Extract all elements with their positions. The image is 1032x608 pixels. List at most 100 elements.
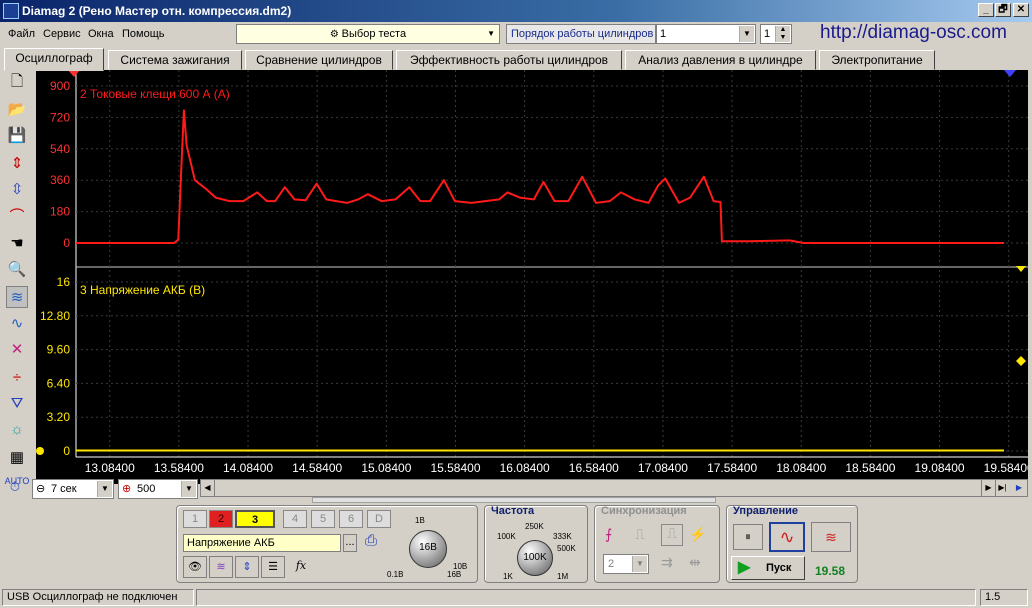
website-link[interactable]: http://diamag-osc.com [820, 22, 1007, 44]
cross-mode-icon[interactable]: ✕ [6, 338, 28, 360]
sync-position-icon[interactable]: ⇹ [689, 554, 701, 571]
auto-scale-icon[interactable]: ⇕ [6, 152, 28, 174]
freq-label-1m: 1M [557, 572, 569, 581]
sync-level-icon[interactable]: ⇉ [661, 554, 673, 571]
filter-icon[interactable]: ⛛ [6, 392, 28, 414]
x-tick-label: 14.08400 [223, 461, 273, 475]
offset-icon[interactable]: ⇕ [235, 556, 259, 578]
control-group: Управление ⏸ ∿ ≋ ▶ Пуск 19.58 [726, 505, 858, 583]
maximize-button[interactable]: 🗗 [995, 3, 1011, 17]
tab-power[interactable]: Электропитание [819, 50, 935, 70]
y-tick-label: 900 [50, 79, 70, 93]
y-tick-label: 540 [50, 142, 70, 156]
channel-name-browse[interactable]: ... [343, 534, 357, 552]
zoom-icon[interactable]: 🔍 [6, 258, 28, 280]
cyl-stepper[interactable]: 1 ▲ ▼ [760, 24, 792, 44]
frequency-title: Частота [491, 505, 535, 517]
pause-icon[interactable]: ⏸ [733, 524, 763, 550]
voltage-knob[interactable]: 16В [409, 530, 447, 568]
channel-6-button[interactable]: 6 [339, 510, 363, 528]
multi-wave-icon[interactable]: ≋ [811, 522, 851, 552]
x-tick-label: 13.58400 [154, 461, 204, 475]
tab-cyl-compare[interactable]: Сравнение цилиндров [245, 50, 393, 70]
overlay-mode-icon[interactable]: ∿ [6, 312, 28, 334]
menu-help[interactable]: Помощь [122, 28, 165, 40]
scroll-left-icon[interactable]: ◀ [201, 480, 215, 496]
tab-oscilloscope[interactable]: Осциллограф [4, 48, 104, 71]
channel-5-button[interactable]: 5 [311, 510, 335, 528]
points-value: 500 [137, 483, 156, 495]
test-select[interactable]: ⚙ Выбор теста ▼ [236, 24, 500, 44]
scroll-end-icon[interactable]: ▶| [995, 480, 1009, 496]
channel-1-button[interactable]: 1 [183, 510, 207, 528]
freq-label-100k: 100K [497, 532, 516, 541]
x-tick-label: 18.58400 [845, 461, 895, 475]
waveform-mode-icon[interactable]: ≋ [6, 286, 28, 308]
save-icon[interactable]: 💾 [6, 124, 28, 146]
spectrum-icon[interactable]: ☼ [6, 418, 28, 440]
x-tick-label: 13.08400 [85, 461, 135, 475]
freq-label-1k: 1K [503, 572, 513, 581]
left-toolbar: 🗋 📂 💾 ⇕ ⇳ ⌒ ☚ 🔍 ≋ ∿ ✕ ÷ ⛛ ☼ ▦ AUTO [0, 70, 34, 487]
divider-tool-icon[interactable]: ÷ [6, 366, 28, 388]
start-button[interactable]: ▶ Пуск [731, 556, 805, 580]
chevron-down-icon: ▼ [632, 556, 647, 572]
play-icon: ▶ [738, 559, 751, 576]
sync-edge-down-icon[interactable]: ⎍ [661, 524, 683, 546]
zoom-in-icon: ⊕ [122, 483, 132, 495]
control-panel: 1 2 3 4 5 6 D Напряжение АКБ ... ⎙ 👁 ≋ ⇕… [176, 505, 860, 587]
x-tick-label: 17.08400 [638, 461, 688, 475]
menu-windows[interactable]: Окна [88, 28, 114, 40]
test-icon: ⚙ [329, 29, 342, 40]
cyl-order-select[interactable]: 1 ▼ [656, 24, 756, 44]
minimize-button[interactable]: _ [978, 3, 994, 17]
y-tick-label: 0 [63, 236, 70, 250]
eye-icon[interactable]: 👁 [183, 556, 207, 578]
menu-service[interactable]: Сервис [43, 28, 81, 40]
channel-3-button[interactable]: 3 [235, 510, 275, 528]
tab-ignition[interactable]: Система зажигания [108, 50, 242, 70]
table-icon[interactable]: ▦ [6, 446, 28, 468]
new-file-icon[interactable]: 🗋 [6, 72, 28, 94]
stepper-arrows-icon: ▲ ▼ [775, 26, 790, 42]
curve-tool-icon[interactable]: ⌒ [6, 204, 28, 226]
invert-wave-icon[interactable]: ≋ [209, 556, 233, 578]
points-select[interactable]: ⊕ 500 ▼ [118, 479, 198, 499]
open-folder-icon[interactable]: 📂 [6, 98, 28, 120]
tab-pressure[interactable]: Анализ давления в цилиндре [625, 50, 816, 70]
lines-icon[interactable]: ☰ [261, 556, 285, 578]
series-line [76, 109, 1004, 244]
vertical-scale-icon[interactable]: ⇳ [6, 178, 28, 200]
sync-channel-select[interactable]: 2 ▼ [603, 554, 649, 574]
sine-mode-icon[interactable]: ∿ [769, 522, 805, 552]
test-select-value: Выбор теста [341, 28, 407, 40]
channel-settings-icon[interactable]: ⎙ [365, 532, 377, 549]
channel-4-button[interactable]: 4 [283, 510, 307, 528]
channel-name-field[interactable]: Напряжение АКБ [183, 534, 341, 552]
hand-pan-icon[interactable]: ☚ [6, 232, 28, 254]
sync-auto-icon[interactable]: ⚡ [689, 526, 706, 543]
formula-icon[interactable]: fx [289, 556, 313, 578]
panel-splitter[interactable] [312, 497, 716, 503]
frequency-knob[interactable]: 100K [517, 540, 553, 576]
timebase-select[interactable]: ⊖ 7 сек ▼ [32, 479, 114, 499]
channel-2-button[interactable]: 2 [209, 510, 233, 528]
horizontal-scrollbar[interactable]: ◀ ▶ ▶| ▶ [200, 479, 1028, 497]
title-bar: Diamag 2 (Рено Мастер отн. компрессия.dm… [0, 0, 1032, 22]
play-scroll-icon[interactable]: ▶ [1011, 480, 1027, 496]
sync-rising-icon[interactable]: ⨍ [605, 526, 612, 543]
close-button[interactable]: ✕ [1013, 3, 1029, 17]
channel-d-button[interactable]: D [367, 510, 391, 528]
oscilloscope-display[interactable]: 13.08400 13.58400 14.08400 14.58400 15.08400… [36, 70, 1032, 484]
y-tick-label: 360 [50, 173, 70, 187]
series-title: 3 Напряжение АКБ (В) [80, 283, 205, 297]
cyl-order-label: Порядок работы цилиндров [506, 24, 656, 44]
x-tick-label: 16.58400 [569, 461, 619, 475]
scroll-right-icon[interactable]: ▶ [981, 480, 995, 496]
sync-edge-up-icon[interactable]: ⎍ [635, 526, 645, 543]
auto-time-icon[interactable]: ⏱ [4, 479, 26, 499]
tab-cyl-efficiency[interactable]: Эффективность работы цилиндров [396, 50, 622, 70]
menu-file[interactable]: Файл [8, 28, 35, 40]
x-tick-label: 15.58400 [430, 461, 480, 475]
y-tick-label: 9.60 [47, 343, 71, 357]
